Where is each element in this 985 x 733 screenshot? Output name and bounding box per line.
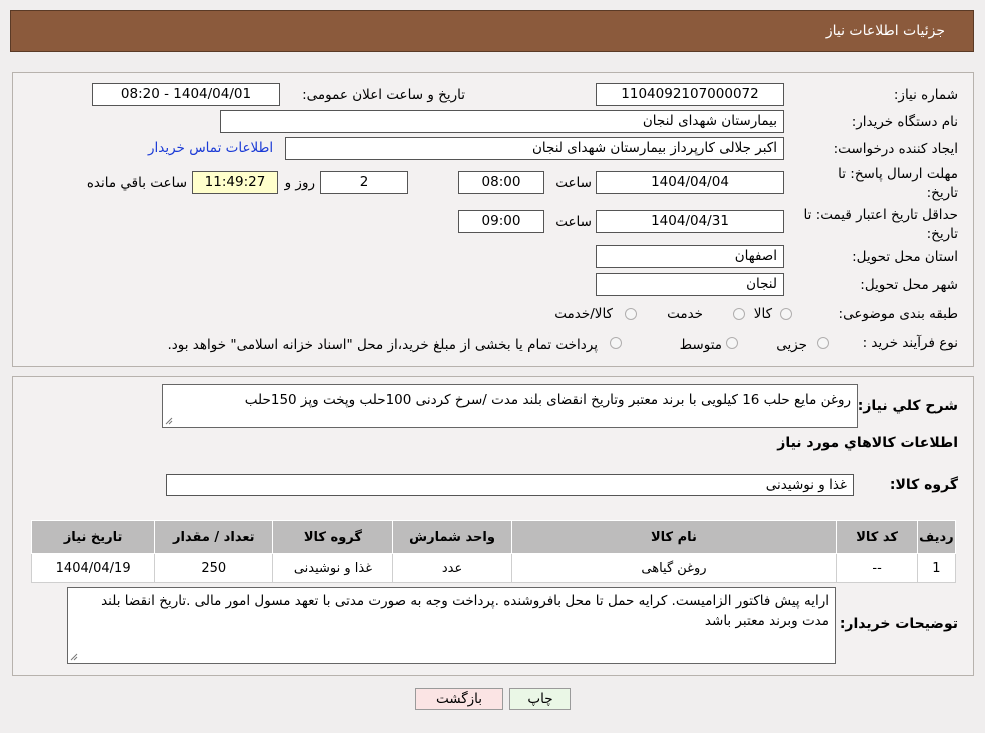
city-field: لنجان: [596, 273, 784, 296]
page-header: جزئیات اطلاعات نیاز: [10, 10, 974, 52]
creator-field: اکبر جلالی کارپرداز بیمارستان شهدای لنجا…: [285, 137, 784, 160]
days-label: روز و: [284, 175, 315, 191]
process-type-label: نوع فرآیند خرید :: [862, 335, 958, 351]
resize-grip-icon[interactable]: [70, 653, 78, 661]
buyer-notes-label: توضیحات خریدار:: [839, 616, 958, 632]
cell-code: --: [836, 553, 918, 583]
process-payment-note: پرداخت تمام یا بخشی از مبلغ خرید،از محل …: [167, 337, 598, 353]
province-field: اصفهان: [596, 245, 784, 268]
page-title: جزئیات اطلاعات نیاز: [825, 23, 945, 39]
category-option-service: خدمت: [667, 306, 703, 322]
category-radio-goods[interactable]: [780, 308, 792, 320]
resize-grip-icon[interactable]: [165, 417, 173, 425]
col-date-header: تاریخ نیاز: [30, 520, 156, 554]
validity-date-field: 1404/04/31: [596, 210, 784, 233]
cell-group: غذا و نوشیدنی: [272, 553, 394, 583]
process-radio-treasury[interactable]: [610, 337, 622, 349]
category-radio-goods-service[interactable]: [625, 308, 637, 320]
cell-quantity: 250: [154, 553, 274, 583]
time-remaining-label: ساعت باقي مانده: [86, 175, 187, 191]
category-radio-service[interactable]: [733, 308, 745, 320]
deadline-label: مهلت ارسال پاسخ: تا تاریخ:: [838, 166, 958, 201]
time-remaining-field: 11:49:27: [192, 171, 278, 194]
back-button[interactable]: بازگشت: [415, 688, 503, 710]
general-description-field: روغن مایع حلب 16 کیلویی با برند معتبر وت…: [162, 384, 858, 428]
buyer-notes-text: ارایه پیش فاکتور الزامیست. کرایه حمل تا …: [101, 593, 829, 629]
category-label: طبقه بندی موضوعی:: [838, 306, 958, 322]
cell-row: 1: [916, 553, 957, 583]
col-row-header: ردیف: [916, 520, 957, 554]
general-description-text: روغن مایع حلب 16 کیلویی با برند معتبر وت…: [244, 392, 851, 408]
process-radio-minor[interactable]: [817, 337, 829, 349]
deadline-time-label: ساعت: [555, 175, 592, 191]
col-code-header: کد کالا: [836, 520, 918, 554]
col-quantity-header: تعداد / مقدار: [154, 520, 274, 554]
validity-time-label: ساعت: [555, 214, 592, 230]
category-option-goods: کالا: [753, 306, 772, 322]
need-number-label: شماره نیاز:: [893, 87, 958, 103]
print-button[interactable]: چاپ: [509, 688, 571, 710]
buyer-contact-link[interactable]: اطلاعات تماس خریدار: [148, 140, 273, 156]
province-label: استان محل تحویل:: [852, 249, 958, 265]
buyer-notes-field: ارایه پیش فاکتور الزامیست. کرایه حمل تا …: [67, 587, 836, 664]
city-label: شهر محل تحویل:: [860, 277, 958, 293]
announce-datetime-field: 1404/04/01 - 08:20: [92, 83, 280, 106]
process-option-minor: جزیی: [776, 337, 807, 353]
validity-time-field: 09:00: [458, 210, 544, 233]
announce-datetime-label: تاریخ و ساعت اعلان عمومی:: [302, 87, 465, 103]
goods-table-header: ردیف کد کالا نام کالا واحد شمارش گروه کا…: [30, 520, 957, 554]
buyer-org-label: نام دستگاه خریدار:: [851, 114, 958, 130]
general-description-label: شرح کلي نياز:: [857, 398, 958, 414]
need-number-field: 1104092107000072: [596, 83, 784, 106]
col-unit-header: واحد شمارش: [392, 520, 512, 554]
cell-date: 1404/04/19: [30, 553, 156, 583]
goods-table: ردیف کد کالا نام کالا واحد شمارش گروه کا…: [30, 520, 957, 583]
goods-group-label: گروه کالا:: [889, 477, 958, 493]
cell-unit: عدد: [392, 553, 512, 583]
goods-group-field: غذا و نوشیدنی: [166, 474, 854, 496]
goods-info-title: اطلاعات کالاهاي مورد نياز: [777, 435, 958, 451]
days-remaining-field: 2: [320, 171, 408, 194]
col-name-header: نام کالا: [510, 520, 838, 554]
category-option-goods-service: کالا/خدمت: [554, 306, 613, 322]
buyer-org-field: بیمارستان شهدای لنجان: [220, 110, 784, 133]
creator-label: ایجاد کننده درخواست:: [833, 141, 958, 157]
process-option-medium: متوسط: [679, 337, 722, 353]
deadline-time-field: 08:00: [458, 171, 544, 194]
deadline-date-field: 1404/04/04: [596, 171, 784, 194]
col-group-header: گروه کالا: [272, 520, 394, 554]
price-validity-label: حداقل تاریخ اعتبار قیمت: تا تاریخ:: [803, 207, 958, 242]
table-row: 1 -- روغن گیاهی عدد غذا و نوشیدنی 250 14…: [30, 553, 957, 583]
process-radio-medium[interactable]: [726, 337, 738, 349]
cell-name: روغن گیاهی: [510, 553, 838, 583]
